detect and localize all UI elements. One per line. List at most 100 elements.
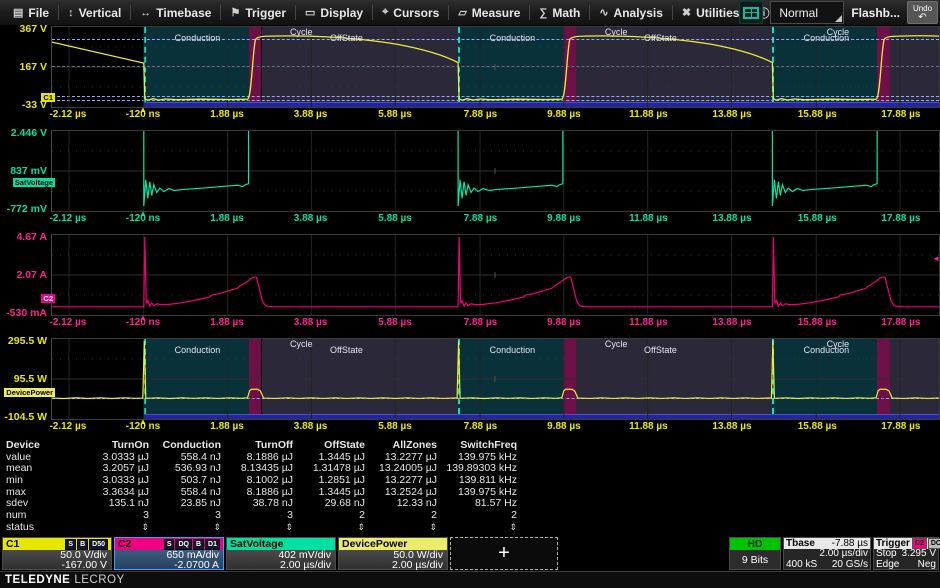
timebase-samples: 400 kS: [786, 560, 817, 571]
hd-mode-box[interactable]: HD 9 Bits: [729, 537, 781, 570]
panel-devicepower: ConductionCycleOffStateConductionCycleOf…: [0, 338, 940, 436]
satvoltage-waveform-svg: [52, 131, 939, 211]
axis-tick-label: 13.88 µs: [712, 109, 751, 120]
table-row: status⇕⇕⇕⇕⇕⇕: [6, 522, 546, 534]
axis-tick-label: 7.88 µs: [464, 213, 498, 224]
devicepower-plot-area[interactable]: ConductionCycleOffStateConductionCycleOf…: [51, 338, 940, 420]
zone-label: Cycle: [827, 339, 850, 349]
axis-tick-label: 17.88 µs: [881, 109, 920, 120]
axis-tick-label: 1.88 µs: [210, 421, 244, 432]
descriptor-offset: -167.00 V: [7, 560, 107, 570]
channel-option-badge: B: [77, 539, 88, 550]
zone-labels-c1: ConductionCycleOffStateConductionCycleOf…: [52, 27, 939, 107]
analysis-waveform-icon: ∿: [599, 6, 608, 19]
trigger-position-marker: ▲: [139, 417, 147, 426]
c2-channel-tag[interactable]: C2: [41, 294, 55, 303]
timebase-box[interactable]: Tbase-7.88 µs 2.00 µs/div 400 kS20 GS/s: [783, 537, 871, 570]
trigger-position-marker: ▲: [139, 105, 147, 114]
satvoltage-time-axis: ▲ -2.12 µs-120 ns1.88 µs3.88 µs5.88 µs7.…: [51, 212, 940, 227]
cursor-crosshair-icon: ⌖: [382, 6, 388, 19]
brand-teledyne: TELEDYNE: [5, 574, 70, 586]
axis-tick-label: 13.88 µs: [712, 317, 751, 328]
c1-plot-area[interactable]: ConductionCycleOffStateConductionCycleOf…: [51, 26, 940, 108]
zone-label: OffState: [644, 345, 677, 355]
descriptor-c2[interactable]: C2SDQBD1 650 mA/div-2.0700 A: [114, 537, 224, 570]
table-cell: 23.85 nJ: [149, 498, 221, 510]
axis-tick-label: 1.88 µs: [210, 109, 244, 120]
menu-measure[interactable]: ▱Measure: [449, 1, 529, 25]
axis-tick-label: 15.88 µs: [798, 317, 837, 328]
c1-time-axis: ▲ -2.12 µs-120 ns1.88 µs3.88 µs5.88 µs7.…: [51, 108, 940, 123]
axis-tick-label: 7.88 µs: [464, 421, 498, 432]
menu-utilities[interactable]: ✖Utilities: [673, 1, 749, 25]
axis-tick-label: 17.88 µs: [881, 421, 920, 432]
status-arrows-icon: ⇕: [221, 522, 293, 534]
channel-option-badge: B: [193, 539, 204, 550]
menu-math[interactable]: ∑Math: [530, 1, 589, 25]
trigger-flag-icon: ⚑: [230, 6, 240, 19]
status-arrows-icon: ⇕: [437, 522, 517, 534]
acquisition-mode-dropdown[interactable]: Normal: [770, 1, 844, 24]
hd-label: HD: [730, 538, 780, 550]
grid-display-button[interactable]: [739, 1, 763, 24]
c2-ylabel-mid: 2.07 A: [1, 269, 47, 281]
zone-label: Cycle: [605, 27, 628, 37]
axis-tick-label: 9.88 µs: [547, 317, 581, 328]
zone-label: Cycle: [290, 339, 313, 349]
power-ylabel-bottom: -104.5 W: [1, 411, 47, 423]
devicepower-time-axis: ▲ -2.12 µs-120 ns1.88 µs3.88 µs5.88 µs7.…: [51, 420, 940, 435]
descriptor-title: C1: [6, 538, 19, 550]
power-ylabel-mid: 95.5 W: [1, 373, 47, 385]
grid-icon: [743, 7, 759, 19]
trigger-box[interactable]: TriggerC2DC Stop3.295 V EdgeNeg: [873, 537, 939, 570]
status-arrows-icon: ⇕: [72, 522, 149, 534]
descriptor-satvoltage[interactable]: SatVoltage 402 mV/div2.00 µs/div: [226, 537, 336, 570]
descriptor-timebase: 2.00 µs/div: [343, 560, 443, 570]
status-arrows-icon: ⇕: [293, 522, 365, 534]
mode-label: Normal: [779, 6, 818, 20]
menu-vertical[interactable]: ↕Vertical: [59, 1, 130, 25]
power-ylabel-top: 295.5 W: [1, 335, 47, 347]
menu-file[interactable]: ▤File: [4, 1, 58, 25]
menu-timebase[interactable]: ↔Timebase: [131, 1, 220, 25]
table-cell: 2: [365, 510, 437, 522]
table-cell: 38.78 nJ: [221, 498, 293, 510]
trigger-level-marker[interactable]: ◄: [932, 254, 940, 263]
axis-tick-label: 15.88 µs: [798, 109, 837, 120]
zone-label: OffState: [330, 33, 363, 43]
descriptor-timebase: 2.00 µs/div: [231, 560, 331, 570]
add-trace-button[interactable]: +: [450, 537, 558, 570]
panel-c1: ConductionCycleOffStateConductionCycleOf…: [0, 26, 940, 124]
status-arrows-icon: ⇕: [365, 522, 437, 534]
c2-plot-area[interactable]: 4.67 A 2.07 A -530 mA C2 ◄: [51, 234, 940, 316]
devicepower-channel-tag[interactable]: DevicePower: [4, 388, 55, 397]
c1-channel-tag[interactable]: C1: [41, 93, 55, 102]
flashback-label: Flashb...: [851, 6, 900, 20]
timebase-label: Tbase: [786, 538, 815, 549]
satvoltage-channel-tag[interactable]: SatVoltage: [13, 178, 55, 187]
menu-cursors[interactable]: ⌖Cursors: [373, 1, 448, 25]
menu-analysis[interactable]: ∿Analysis: [590, 1, 672, 25]
panel-satvoltage: 2.446 V 837 mV -772 mV SatVoltage ▲ -2.1…: [0, 130, 940, 228]
satvoltage-plot-area[interactable]: 2.446 V 837 mV -772 mV SatVoltage: [51, 130, 940, 212]
descriptor-c1[interactable]: C1SBD50 50.0 V/div-167.00 V: [2, 537, 112, 570]
menu-right-cluster: Normal Flashb... Undo ↶: [739, 1, 938, 24]
channel-option-badge: DQ: [175, 539, 192, 550]
trigger-level: 3.295 V: [902, 549, 936, 560]
menu-display[interactable]: ▭Display: [296, 1, 372, 25]
undo-button[interactable]: Undo ↶: [907, 1, 938, 24]
descriptor-devicepower[interactable]: DevicePower 50.0 W/div2.00 µs/div: [338, 537, 448, 570]
table-header-cell: Device: [6, 440, 72, 452]
axis-tick-label: 5.88 µs: [378, 213, 412, 224]
axis-tick-label: -2.12 µs: [49, 109, 86, 120]
sat-ylabel-top: 2.446 V: [1, 127, 47, 139]
table-header-cell: AllZones: [365, 440, 437, 452]
c1-ylabel-bottom: -33 V: [1, 99, 47, 111]
menu-trigger[interactable]: ⚑Trigger: [221, 1, 295, 25]
table-cell: 3: [72, 510, 149, 522]
zone-label: Cycle: [827, 27, 850, 37]
trigger-mode: Stop: [876, 549, 897, 560]
table-cell: 81.57 Hz: [437, 498, 517, 510]
table-row: min3.0333 µJ503.7 nJ8.1002 µJ1.2851 µJ13…: [6, 475, 546, 487]
axis-tick-label: 7.88 µs: [464, 317, 498, 328]
